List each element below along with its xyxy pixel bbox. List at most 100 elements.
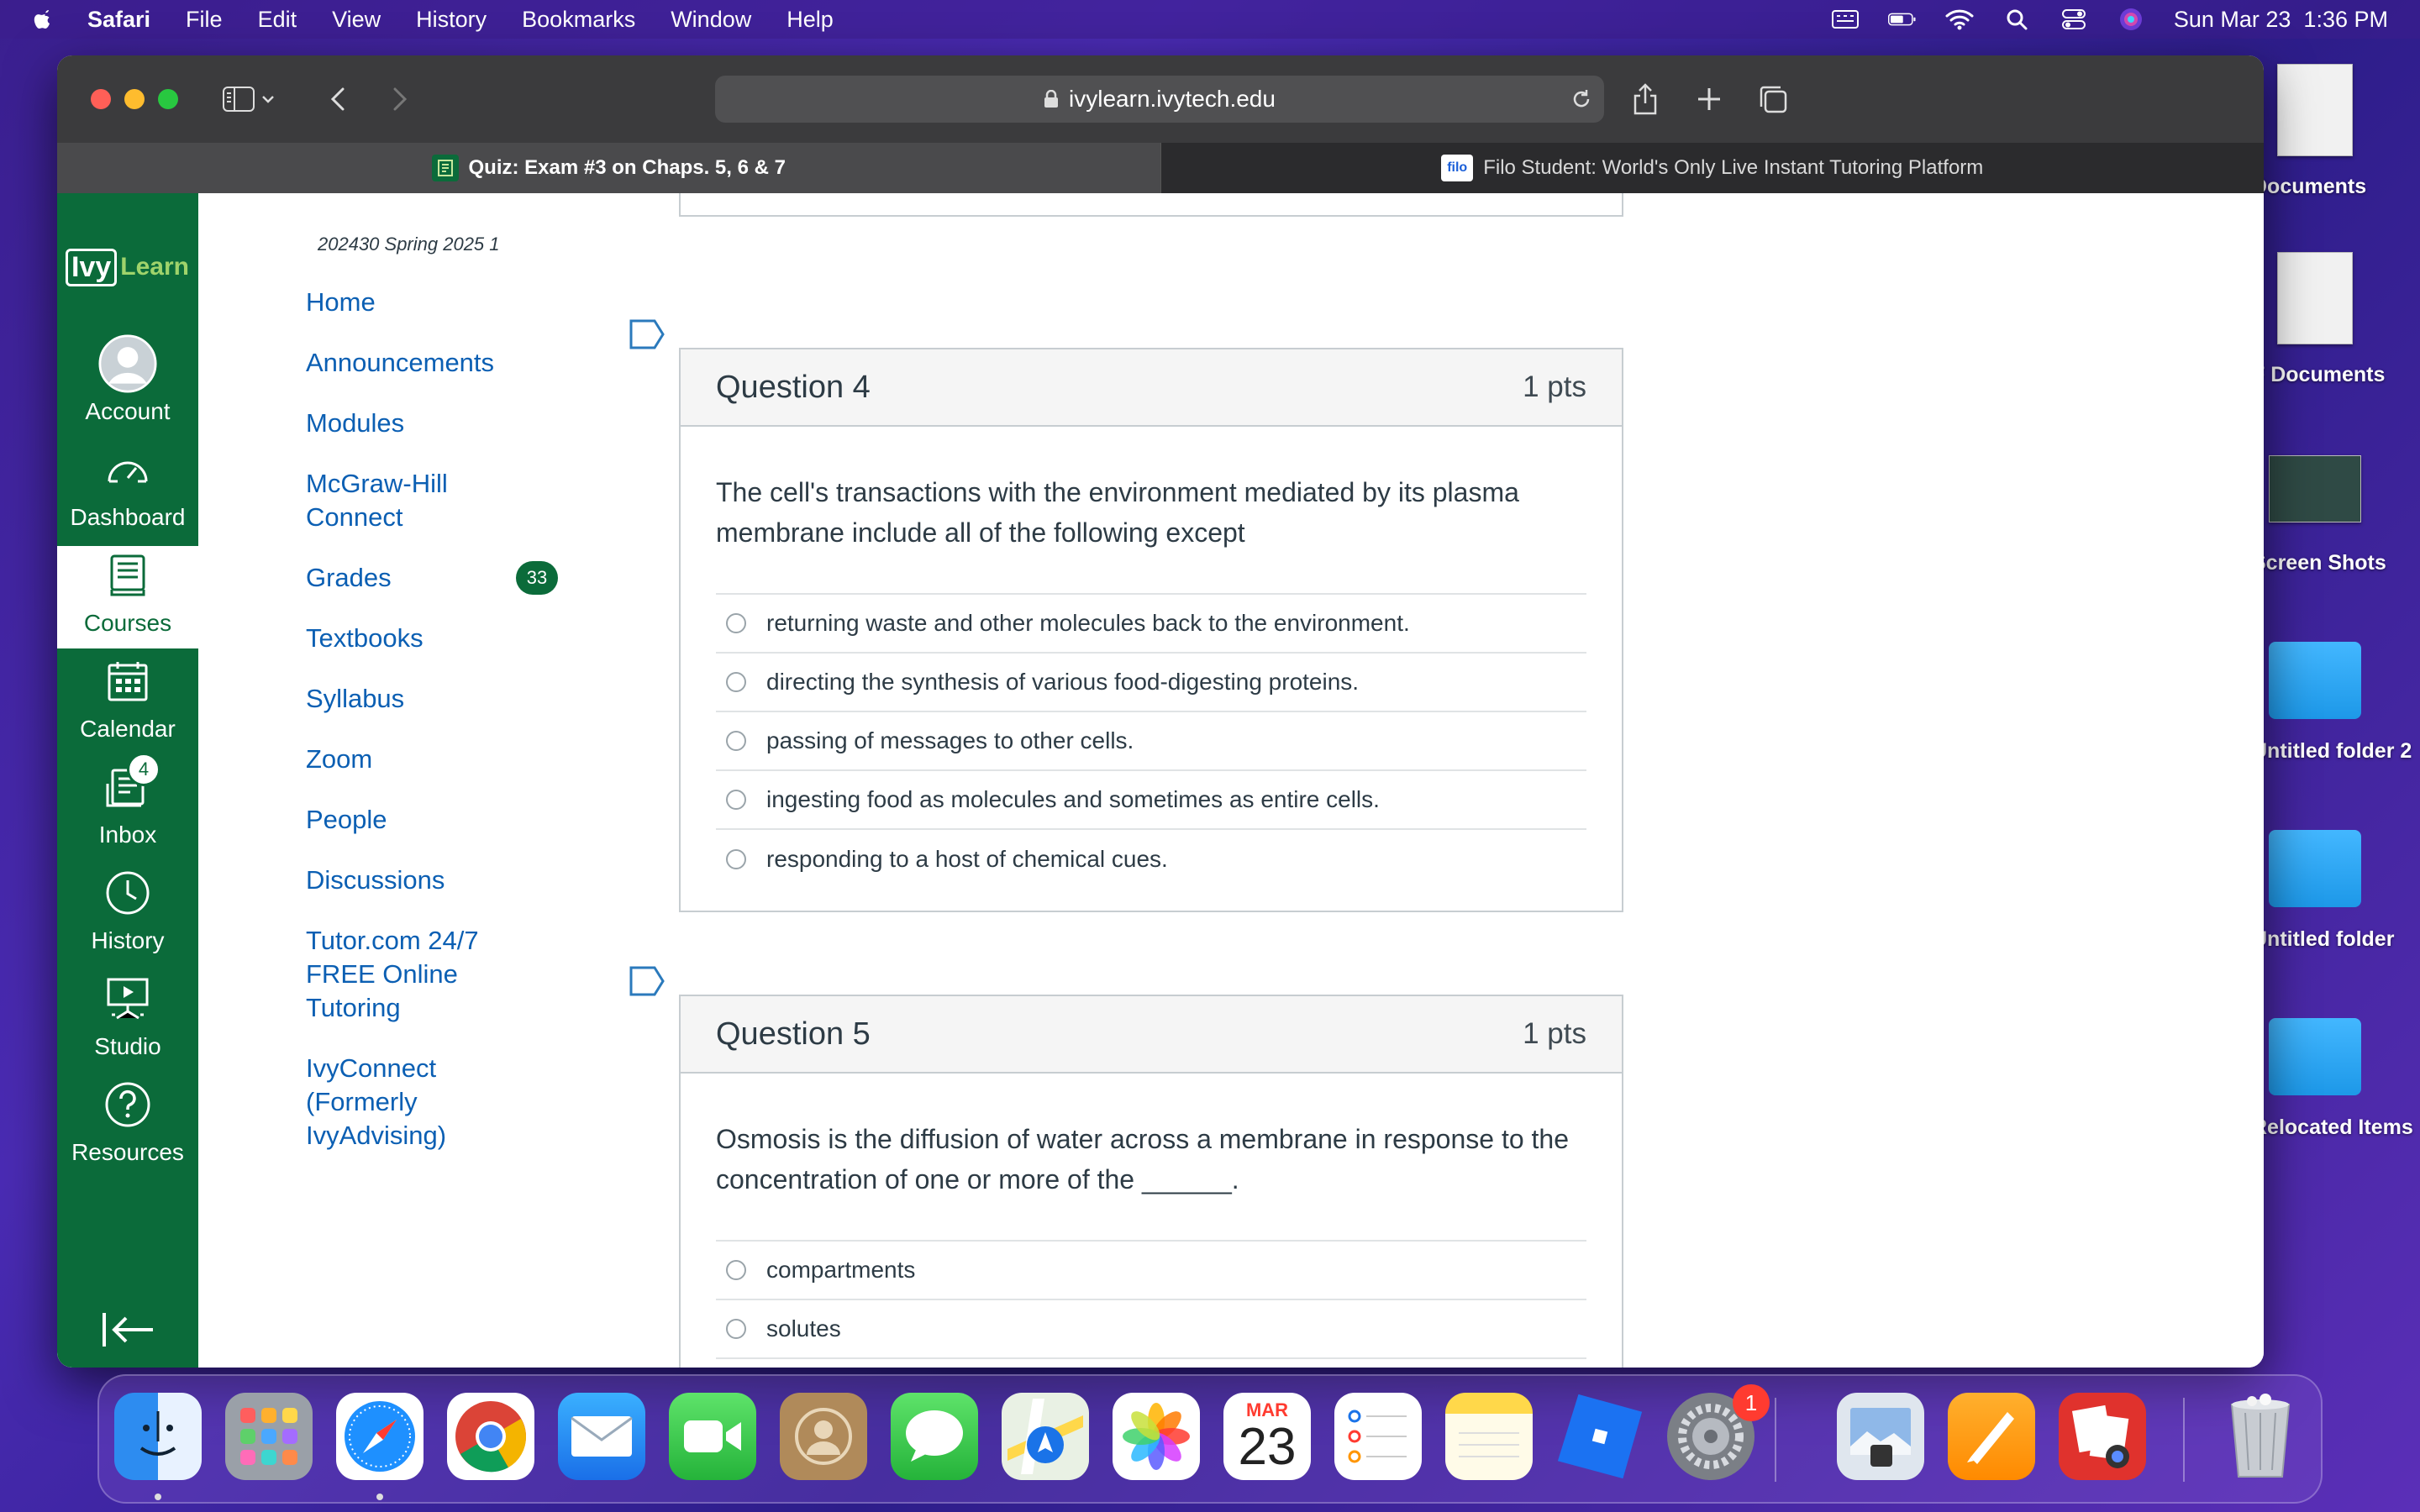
answer-option[interactable]: membranes: [716, 1359, 1586, 1368]
pages-icon[interactable]: [1948, 1393, 2035, 1480]
back-button[interactable]: [318, 79, 358, 119]
global-nav-resources[interactable]: Resources: [57, 1075, 198, 1178]
contacts-icon[interactable]: [780, 1393, 867, 1480]
course-nav-textbooks[interactable]: Textbooks: [306, 622, 516, 655]
global-nav-calendar[interactable]: Calendar: [57, 652, 198, 754]
answer-option[interactable]: compartments: [716, 1242, 1586, 1300]
battery-icon[interactable]: [1887, 8, 1917, 31]
ivy-learn-logo[interactable]: Ivy Learn: [66, 235, 192, 299]
global-nav-history[interactable]: History: [57, 864, 198, 966]
messages-icon[interactable]: [891, 1393, 978, 1480]
menu-clock[interactable]: Sun Mar 23 1:36 PM: [2174, 7, 2388, 33]
new-tab-icon[interactable]: [1689, 79, 1729, 119]
grades-count-badge: 33: [516, 561, 558, 595]
reload-icon[interactable]: [1570, 88, 1592, 110]
finder-icon[interactable]: [114, 1393, 202, 1480]
chrome-icon[interactable]: [447, 1393, 534, 1480]
close-window-button[interactable]: [91, 89, 111, 109]
control-center-icon[interactable]: [2060, 8, 2088, 31]
global-nav-inbox[interactable]: 4 Inbox: [57, 753, 198, 860]
menu-view[interactable]: View: [332, 7, 381, 33]
answer-option[interactable]: solutes: [716, 1300, 1586, 1359]
sidebar-toggle-icon[interactable]: [218, 79, 259, 119]
reminders-icon[interactable]: [1334, 1393, 1422, 1480]
trash-icon[interactable]: [2217, 1393, 2304, 1480]
launchpad-icon[interactable]: [225, 1393, 313, 1480]
global-nav-studio[interactable]: Studio: [57, 969, 198, 1072]
share-icon[interactable]: [1625, 79, 1665, 119]
input-menu-icon[interactable]: [1831, 8, 1860, 31]
radio-button[interactable]: [726, 1260, 746, 1280]
answer-option[interactable]: ingesting food as molecules and sometime…: [716, 771, 1586, 830]
answer-option[interactable]: passing of messages to other cells.: [716, 712, 1586, 771]
menu-bookmarks[interactable]: Bookmarks: [522, 7, 635, 33]
course-nav-ivyconnect[interactable]: IvyConnect (Formerly IvyAdvising): [306, 1052, 516, 1152]
global-nav-courses[interactable]: Courses: [57, 546, 198, 648]
desktop-item-untitled-folder-2[interactable]: Untitled folder 2: [2260, 628, 2420, 796]
course-nav-syllabus[interactable]: Syllabus: [306, 682, 516, 716]
global-nav-dashboard[interactable]: Dashboard: [57, 440, 198, 543]
radio-button[interactable]: [726, 613, 746, 633]
zoom-window-button[interactable]: [158, 89, 178, 109]
radio-button[interactable]: [726, 1319, 746, 1339]
menu-help[interactable]: Help: [786, 7, 834, 33]
menu-edit[interactable]: Edit: [258, 7, 297, 33]
apple-menu-icon[interactable]: [32, 7, 57, 32]
tab-quiz[interactable]: Quiz: Exam #3 on Chaps. 5, 6 & 7: [57, 143, 1160, 193]
roblox-icon[interactable]: [1556, 1393, 1644, 1480]
browser-toolbar: ivylearn.ivytech.edu: [57, 55, 2264, 143]
answer-option[interactable]: responding to a host of chemical cues.: [716, 830, 1586, 889]
desktop-item-documents[interactable]: Documents: [2260, 64, 2420, 232]
answer-option[interactable]: returning waste and other molecules back…: [716, 595, 1586, 654]
question-points: 1 pts: [1523, 370, 1586, 403]
desktop-item-relocated-items[interactable]: Relocated Items: [2260, 1005, 2420, 1173]
course-nav-mcgraw-hill-connect[interactable]: McGraw-Hill Connect: [306, 467, 516, 534]
radio-button[interactable]: [726, 790, 746, 810]
course-nav-grades[interactable]: Grades: [306, 561, 516, 595]
mail-icon[interactable]: [558, 1393, 645, 1480]
tab-overview-icon[interactable]: [1753, 79, 1793, 119]
global-nav-account[interactable]: Account: [57, 334, 198, 437]
collapse-nav-icon[interactable]: [99, 1309, 158, 1351]
wifi-icon[interactable]: [1945, 8, 1974, 31]
preview-icon[interactable]: [1837, 1393, 1924, 1480]
minimize-window-button[interactable]: [124, 89, 145, 109]
radio-button[interactable]: [726, 672, 746, 692]
photo-booth-icon[interactable]: [2059, 1393, 2146, 1480]
course-nav-tutor-com[interactable]: Tutor.com 24/7 FREE Online Tutoring: [306, 924, 516, 1025]
radio-button[interactable]: [726, 849, 746, 869]
flag-question-5-icon[interactable]: [629, 964, 666, 998]
menu-app-name[interactable]: Safari: [87, 7, 150, 33]
menu-window[interactable]: Window: [671, 7, 751, 33]
address-bar[interactable]: ivylearn.ivytech.edu: [715, 76, 1604, 123]
flag-question-4-icon[interactable]: [629, 318, 666, 351]
course-nav-discussions[interactable]: Discussions: [306, 864, 516, 897]
dock: MAR 23 1: [97, 1374, 2323, 1504]
course-nav-zoom[interactable]: Zoom: [306, 743, 516, 776]
course-nav-people[interactable]: People: [306, 803, 516, 837]
desktop-item-f-documents[interactable]: F Documents: [2260, 252, 2420, 420]
maps-icon[interactable]: [1002, 1393, 1089, 1480]
chevron-down-icon[interactable]: [255, 79, 281, 119]
course-nav-announcements[interactable]: Announcements: [306, 346, 516, 380]
spotlight-search-icon[interactable]: [2002, 8, 2031, 31]
course-nav-home[interactable]: Home: [306, 286, 516, 319]
menu-file[interactable]: File: [186, 7, 223, 33]
question-text: The cell's transactions with the environ…: [716, 477, 1519, 548]
answer-option[interactable]: directing the synthesis of various food-…: [716, 654, 1586, 712]
radio-button[interactable]: [726, 731, 746, 751]
menu-history[interactable]: History: [416, 7, 487, 33]
siri-icon[interactable]: [2117, 8, 2145, 31]
notes-icon[interactable]: [1445, 1393, 1533, 1480]
calendar-app-icon[interactable]: MAR 23: [1223, 1393, 1311, 1480]
folder-icon: [2269, 1018, 2361, 1095]
question-title: Question 5: [716, 1016, 871, 1052]
tab-filo[interactable]: filo Filo Student: World's Only Live Ins…: [1160, 143, 2265, 193]
facetime-icon[interactable]: [669, 1393, 756, 1480]
photos-icon[interactable]: [1113, 1393, 1200, 1480]
desktop-item-untitled-folder[interactable]: Untitled folder: [2260, 816, 2420, 984]
forward-button[interactable]: [380, 79, 420, 119]
safari-icon[interactable]: [336, 1393, 424, 1480]
course-nav-modules[interactable]: Modules: [306, 407, 516, 440]
desktop-item-screen-shots[interactable]: Screen Shots: [2260, 440, 2420, 608]
